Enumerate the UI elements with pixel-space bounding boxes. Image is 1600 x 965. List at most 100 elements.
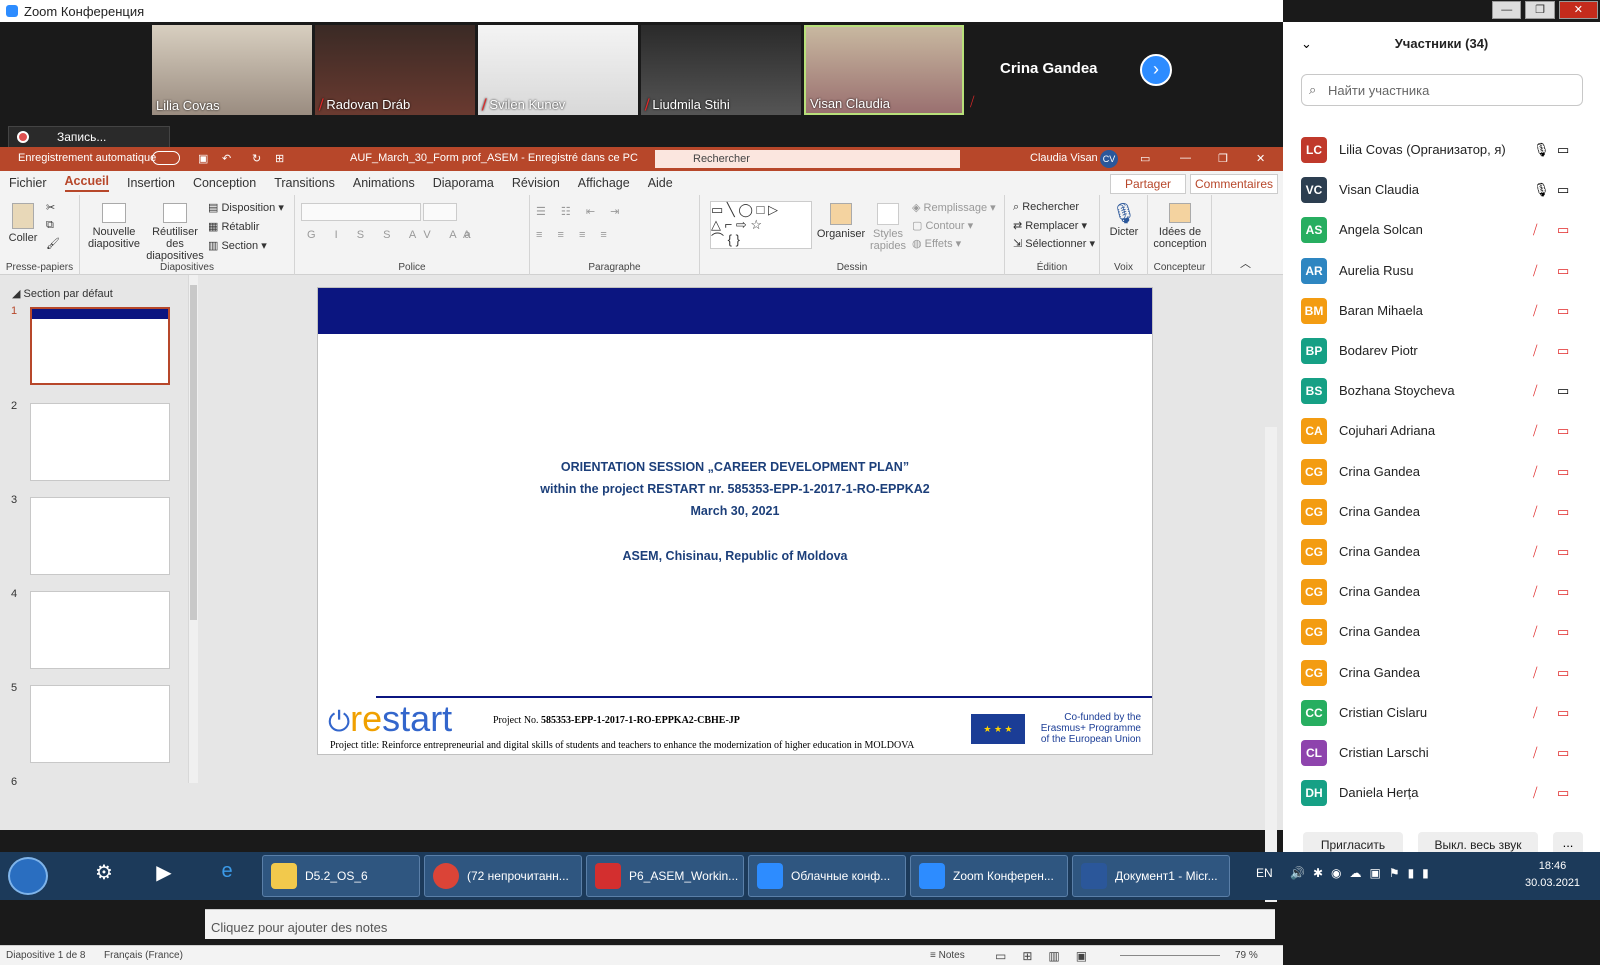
font-size-select[interactable] xyxy=(423,203,457,221)
participant-row[interactable]: CG Crina Gandea ⧸ ▭ xyxy=(1301,452,1591,492)
zoom-slider[interactable] xyxy=(1120,955,1220,956)
tab-slideshow[interactable]: Diaporama xyxy=(433,176,494,190)
participant-row[interactable]: CG Crina Gandea ⧸ ▭ xyxy=(1301,653,1591,693)
camera-icon[interactable]: ▭ xyxy=(1557,142,1569,158)
share-button[interactable]: Partager xyxy=(1110,174,1186,194)
clock[interactable]: 18:46 30.03.2021 xyxy=(1525,858,1580,892)
ppt-close-icon[interactable]: ✕ xyxy=(1256,152,1265,165)
tab-home[interactable]: Accueil xyxy=(64,174,109,192)
muted-mic-icon[interactable]: ⧸ xyxy=(1533,745,1537,761)
user-name[interactable]: Claudia Visan xyxy=(1030,152,1098,164)
tab-review[interactable]: Révision xyxy=(512,176,560,190)
media-player-icon[interactable]: ▶ xyxy=(145,860,183,892)
shapes-gallery[interactable]: ▭ ╲ ◯ □ ▷ △ ⌐ ⇨ ☆ ⌒ { } xyxy=(710,201,812,249)
muted-mic-icon[interactable]: ⧸ xyxy=(1533,423,1537,439)
participant-row[interactable]: CG Crina Gandea ⧸ ▭ xyxy=(1301,612,1591,652)
file-title[interactable]: AUF_March_30_Form prof_ASEM - Enregistré… xyxy=(350,152,638,164)
design-ideas-button[interactable]: Idées de conception xyxy=(1152,203,1208,250)
taskbar-item-word[interactable]: Документ1 - Micr... xyxy=(1072,855,1230,897)
view-buttons[interactable]: ▭⊞▥▣ xyxy=(995,949,1103,963)
slide-thumbnail[interactable] xyxy=(30,497,170,575)
shape-outline-button[interactable]: ▢ Contour ▾ xyxy=(912,219,973,232)
start-button[interactable] xyxy=(8,857,48,895)
participant-row[interactable]: CL Cristian Larschi ⧸ ▭ xyxy=(1301,733,1591,773)
participant-row[interactable]: LC Lilia Covas (Организатор, я) 🎙 ▭ xyxy=(1301,130,1591,170)
camera-icon[interactable]: ▭ xyxy=(1557,785,1569,801)
participant-row[interactable]: AR Aurelia Rusu ⧸ ▭ xyxy=(1301,251,1591,291)
undo-icon[interactable]: ↶ xyxy=(222,152,231,165)
shape-fill-button[interactable]: ◈ Remplissage ▾ xyxy=(912,201,996,214)
mic-icon[interactable]: 🎙 xyxy=(1533,142,1550,158)
save-icon[interactable]: ▣ xyxy=(198,152,208,165)
muted-mic-icon[interactable]: ⧸ xyxy=(1533,222,1537,238)
slide-thumbnail[interactable] xyxy=(30,403,170,481)
camera-icon[interactable]: ▭ xyxy=(1557,584,1569,600)
slide-thumbnail-selected[interactable] xyxy=(30,307,170,385)
dictate-button[interactable]: 🎙 Dicter xyxy=(1106,201,1142,238)
font-format-icons[interactable]: G I S S AV Aa xyxy=(307,229,479,241)
camera-icon[interactable]: ▭ xyxy=(1557,504,1569,520)
participant-search-input[interactable]: Найти участника xyxy=(1301,74,1583,106)
quick-styles-button[interactable]: Styles rapides xyxy=(868,203,908,252)
camera-icon[interactable]: ▭ xyxy=(1557,182,1569,198)
slide-canvas[interactable]: ORIENTATION SESSION „CAREER DEVELOPMENT … xyxy=(317,287,1153,755)
taskbar-item-chrome[interactable]: (72 непрочитанн... xyxy=(424,855,582,897)
tab-view[interactable]: Affichage xyxy=(578,176,630,190)
participant-row[interactable]: CA Cojuhari Adriana ⧸ ▭ xyxy=(1301,411,1591,451)
camera-icon[interactable]: ▭ xyxy=(1557,303,1569,319)
font-color-icon[interactable]: A xyxy=(463,229,470,241)
present-icon[interactable]: ⊞ xyxy=(275,152,284,165)
collapse-ribbon-icon[interactable]: ︿ xyxy=(1240,255,1251,271)
copy-icon[interactable]: ⧉ xyxy=(46,219,54,232)
muted-mic-icon[interactable]: ⧸ xyxy=(1533,624,1537,640)
tab-help[interactable]: Aide xyxy=(648,176,673,190)
muted-mic-icon[interactable]: ⧸ xyxy=(1533,504,1537,520)
font-name-select[interactable] xyxy=(301,203,421,221)
internet-explorer-icon[interactable]: e xyxy=(208,860,246,892)
muted-mic-icon[interactable]: ⧸ xyxy=(1533,785,1537,801)
thumbnails-scrollbar[interactable] xyxy=(188,275,198,783)
video-tile[interactable]: ⧸ Svilen Kunev xyxy=(478,25,638,115)
reset-button[interactable]: ▦ Rétablir xyxy=(208,220,259,233)
video-tile[interactable]: ⧸ Radovan Dráb xyxy=(315,25,475,115)
camera-icon[interactable]: ▭ xyxy=(1557,665,1569,681)
section-header[interactable]: ◢ Section par défaut xyxy=(12,287,113,300)
reuse-slides-button[interactable]: Réutiliser des diapositives xyxy=(144,203,206,262)
replace-button[interactable]: ⇄ Remplacer ▾ xyxy=(1013,219,1087,232)
camera-icon[interactable]: ▭ xyxy=(1557,705,1569,721)
next-videos-chevron-icon[interactable]: › xyxy=(1140,54,1172,86)
camera-icon[interactable]: ▭ xyxy=(1557,624,1569,640)
muted-mic-icon[interactable]: ⧸ xyxy=(1533,705,1537,721)
recording-indicator[interactable]: Запись... xyxy=(8,126,170,148)
camera-icon[interactable]: ▭ xyxy=(1557,544,1569,560)
camera-icon[interactable]: ▭ xyxy=(1557,263,1569,279)
camera-icon[interactable]: ▭ xyxy=(1557,423,1569,439)
participant-row[interactable]: DH Daniela Herța ⧸ ▭ xyxy=(1301,773,1591,813)
camera-icon[interactable]: ▭ xyxy=(1557,222,1569,238)
muted-mic-icon[interactable]: ⧸ xyxy=(1533,544,1537,560)
layout-button[interactable]: ▤ Disposition ▾ xyxy=(208,201,284,214)
minimize-icon[interactable]: — xyxy=(1492,1,1522,19)
select-button[interactable]: ⇲ Sélectionner ▾ xyxy=(1013,237,1095,250)
taskbar-item-zoom-cloud[interactable]: Облачные конф... xyxy=(748,855,906,897)
camera-icon[interactable]: ▭ xyxy=(1557,343,1569,359)
muted-mic-icon[interactable]: ⧸ xyxy=(1533,303,1537,319)
participant-row[interactable]: BP Bodarev Piotr ⧸ ▭ xyxy=(1301,331,1591,371)
slide-thumbnail[interactable] xyxy=(30,591,170,669)
shape-effects-button[interactable]: ◍ Effets ▾ xyxy=(912,237,961,250)
muted-mic-icon[interactable]: ⧸ xyxy=(1533,584,1537,600)
video-tile[interactable]: ⧸ Liudmila Stihi xyxy=(641,25,801,115)
tab-design[interactable]: Conception xyxy=(193,176,256,190)
close-icon[interactable]: ✕ xyxy=(1558,1,1598,19)
scrollbar-thumb[interactable] xyxy=(190,285,197,620)
paste-button[interactable]: Coller xyxy=(6,203,40,244)
ppt-search-input[interactable]: Rechercher xyxy=(655,150,960,168)
slide-scrollbar[interactable] xyxy=(1265,427,1277,902)
participant-row[interactable]: CG Crina Gandea ⧸ ▭ xyxy=(1301,492,1591,532)
video-tile[interactable]: Lilia Covas xyxy=(152,25,312,115)
tab-file[interactable]: Fichier xyxy=(9,176,47,190)
participant-row[interactable]: BS Bozhana Stoycheva ⧸ ▭ xyxy=(1301,371,1591,411)
ppt-minimize-icon[interactable]: — xyxy=(1180,152,1191,164)
tab-insert[interactable]: Insertion xyxy=(127,176,175,190)
tab-animations[interactable]: Animations xyxy=(353,176,415,190)
